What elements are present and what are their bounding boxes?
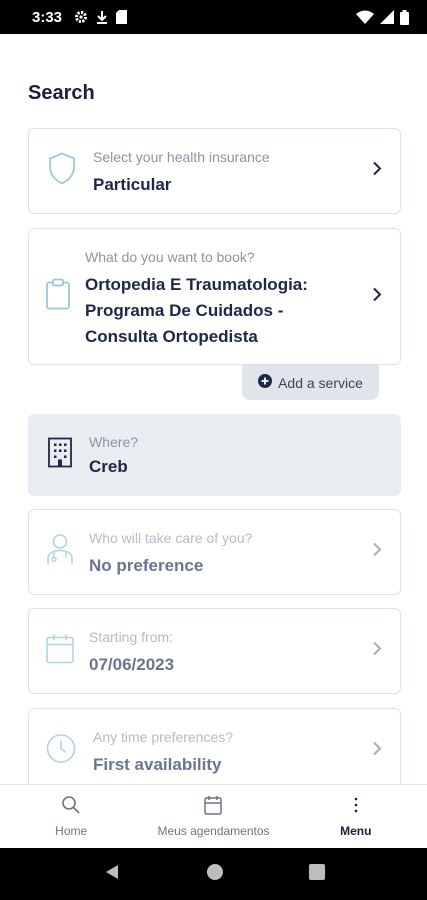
time-preference-selector[interactable]: Any time preferences? First availability [28, 708, 401, 794]
plus-circle-icon [258, 374, 273, 391]
clock-icon [45, 733, 77, 770]
insurance-label: Select your health insurance [93, 149, 270, 165]
status-time: 3:33 [32, 8, 63, 26]
wifi-icon [356, 10, 374, 24]
settings-icon [74, 10, 88, 24]
chevron-right-icon [372, 542, 382, 563]
system-nav-bar [0, 848, 427, 900]
chevron-right-icon [372, 161, 382, 182]
start-date-value: 07/06/2023 [89, 655, 175, 674]
service-value-line-3: Consulta Ortopedista [85, 327, 258, 346]
service-label: What do you want to book? [85, 249, 255, 265]
location-label: Where? [89, 434, 139, 450]
chevron-right-icon [372, 641, 382, 662]
more-vertical-icon [353, 795, 359, 818]
nav-home-label: Home [55, 824, 88, 838]
sd-card-icon [116, 10, 128, 24]
shield-icon [47, 152, 77, 191]
start-date-label: Starting from: [89, 629, 174, 645]
insurance-selector[interactable]: Select your health insurance Particular [28, 128, 401, 214]
status-bar: 3:33 [0, 0, 427, 34]
service-selector[interactable]: What do you want to book? Ortopedia E Tr… [28, 228, 401, 365]
nav-home[interactable]: Home [0, 785, 142, 848]
nav-menu-label: Menu [340, 824, 372, 838]
recents-icon[interactable] [308, 863, 325, 885]
chevron-right-icon [372, 286, 382, 307]
start-date-selector[interactable]: Starting from: 07/06/2023 [28, 608, 401, 694]
back-icon[interactable] [103, 863, 121, 886]
download-icon [96, 10, 108, 24]
provider-selector[interactable]: Who will take care of you? No preference [28, 509, 401, 595]
page-title: Search [28, 82, 95, 104]
add-service-button[interactable]: Add a service [242, 365, 379, 400]
nav-appointments[interactable]: Meus agendamentos [142, 785, 284, 848]
building-icon [47, 437, 73, 474]
calendar-icon [204, 795, 223, 818]
signal-icon [380, 10, 394, 24]
clipboard-icon [45, 278, 71, 315]
home-circle-icon[interactable] [206, 863, 224, 886]
search-icon [61, 795, 81, 818]
add-service-label: Add a service [278, 374, 363, 391]
nav-appointments-label: Meus agendamentos [157, 824, 270, 838]
provider-value: No preference [89, 556, 204, 575]
time-preference-label: Any time preferences? [93, 729, 234, 745]
chevron-right-icon [372, 741, 382, 762]
time-preference-value: First availability [93, 755, 222, 774]
provider-label: Who will take care of you? [89, 530, 253, 546]
battery-icon [400, 9, 409, 25]
insurance-value: Particular [93, 175, 172, 194]
location-value: Creb [89, 457, 128, 476]
service-value-line-2: Programa De Cuidados - [85, 301, 284, 320]
doctor-icon [45, 533, 75, 572]
nav-menu[interactable]: Menu [285, 785, 427, 848]
service-value-line-1: Ortopedia E Traumatologia: [85, 275, 308, 294]
bottom-nav: Home Meus agendamentos Menu [0, 784, 427, 848]
location-selector[interactable]: Where? Creb [28, 414, 401, 496]
calendar-icon [45, 633, 75, 670]
